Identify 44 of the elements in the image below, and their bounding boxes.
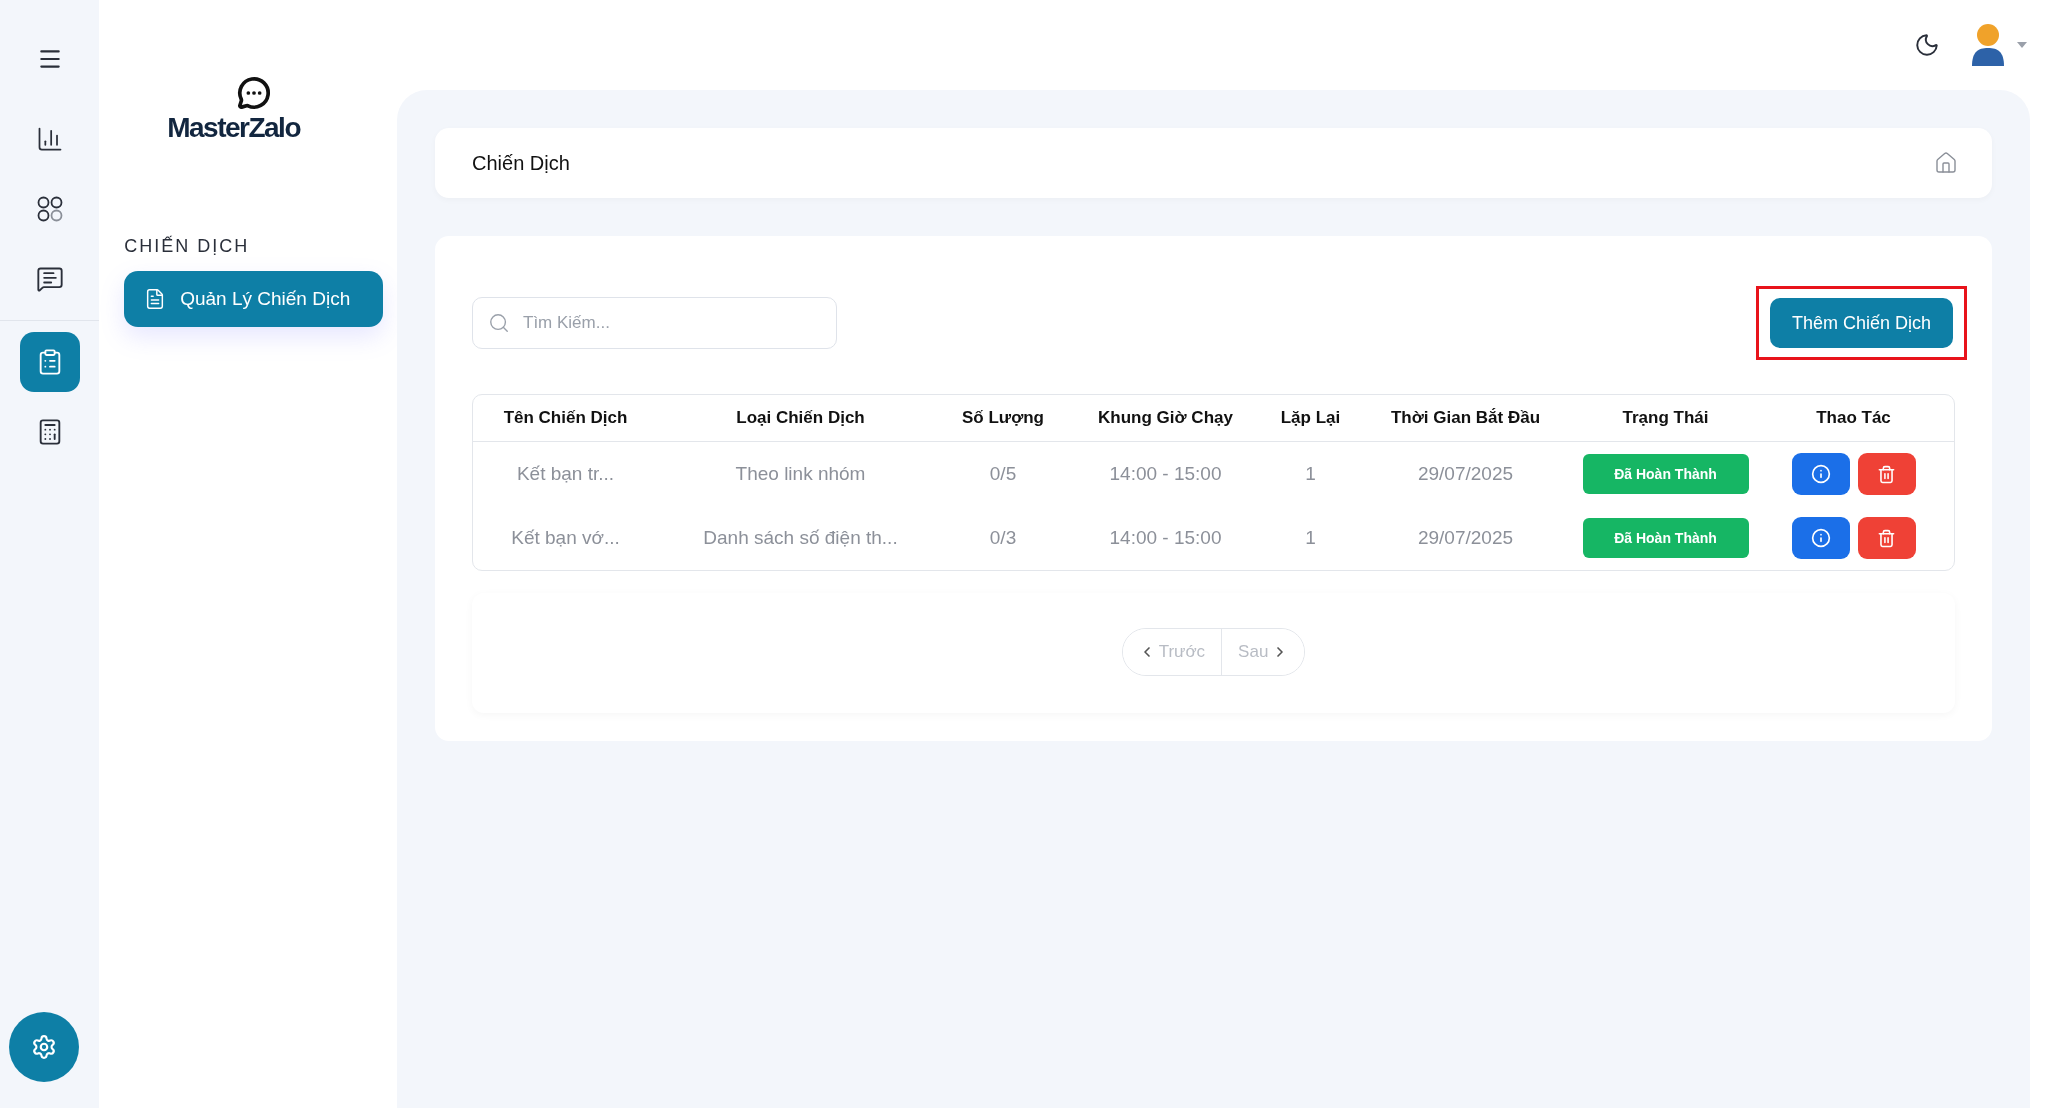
caret-icon (2016, 41, 2028, 49)
table-cell-text: 0/3 (988, 526, 1018, 550)
table-cell-text: Theo link nhóm (734, 462, 867, 486)
settings-icon (30, 1034, 57, 1060)
table-cell-text: Kết bạn tr... (515, 462, 616, 486)
info-icon (1810, 463, 1831, 484)
theme-toggle-button[interactable] (1914, 32, 1940, 58)
search-icon (488, 312, 510, 334)
logo-icon (236, 76, 271, 110)
table-cell-text: 1 (1304, 462, 1317, 486)
column-header: Thời Gian Bắt Đầu (1353, 395, 1578, 442)
trash-icon (1877, 464, 1896, 484)
add-campaign-button[interactable]: Thêm Chiến Dịch (1769, 298, 1953, 348)
status-badge: Đã Hoàn Thành (1582, 518, 1749, 558)
logo-text: MasterZalo (167, 112, 300, 144)
table-cell-text: 29/07/2025 (1416, 526, 1515, 550)
apps-icon (35, 195, 64, 223)
column-header: Loại Chiến Dịch (658, 395, 943, 442)
info-button[interactable] (1791, 452, 1850, 495)
table-cell-text: 29/07/2025 (1416, 462, 1515, 486)
table-cell-text: 1 (1304, 526, 1317, 550)
trash-icon (1877, 528, 1896, 548)
info-button[interactable] (1791, 516, 1850, 559)
delete-button[interactable] (1857, 453, 1916, 496)
column-header: Khung Giờ Chạy (1063, 395, 1268, 442)
table-cell-text: Kết bạn vớ... (510, 526, 621, 550)
table-cell-text: Danh sách số điện th... (702, 526, 899, 550)
chat-icon (35, 265, 64, 293)
info-icon (1810, 527, 1831, 548)
column-header: Lặp Lại (1268, 395, 1353, 442)
sidebar-item[interactable]: Quản Lý Chiến Dịch (124, 271, 383, 327)
status-badge: Đã Hoàn Thành (1582, 454, 1749, 494)
delete-button[interactable] (1857, 517, 1916, 560)
table-cell-text: 14:00 - 15:00 (1108, 526, 1223, 550)
column-header: Trạng Thái (1578, 395, 1753, 442)
table-cell-text: 0/5 (988, 462, 1018, 486)
column-header: Số Lượng (943, 395, 1063, 442)
search-field[interactable]: Tìm Kiếm... (472, 297, 837, 349)
column-header: Tên Chiến Dịch (473, 395, 658, 442)
section-heading: CHIẾN DỊCH (124, 236, 251, 257)
table-cell-text: 14:00 - 15:00 (1108, 462, 1223, 486)
home-button[interactable] (1934, 151, 1958, 175)
column-header: Thao Tác (1753, 395, 1954, 442)
page-title: Chiến Dịch (472, 151, 570, 175)
